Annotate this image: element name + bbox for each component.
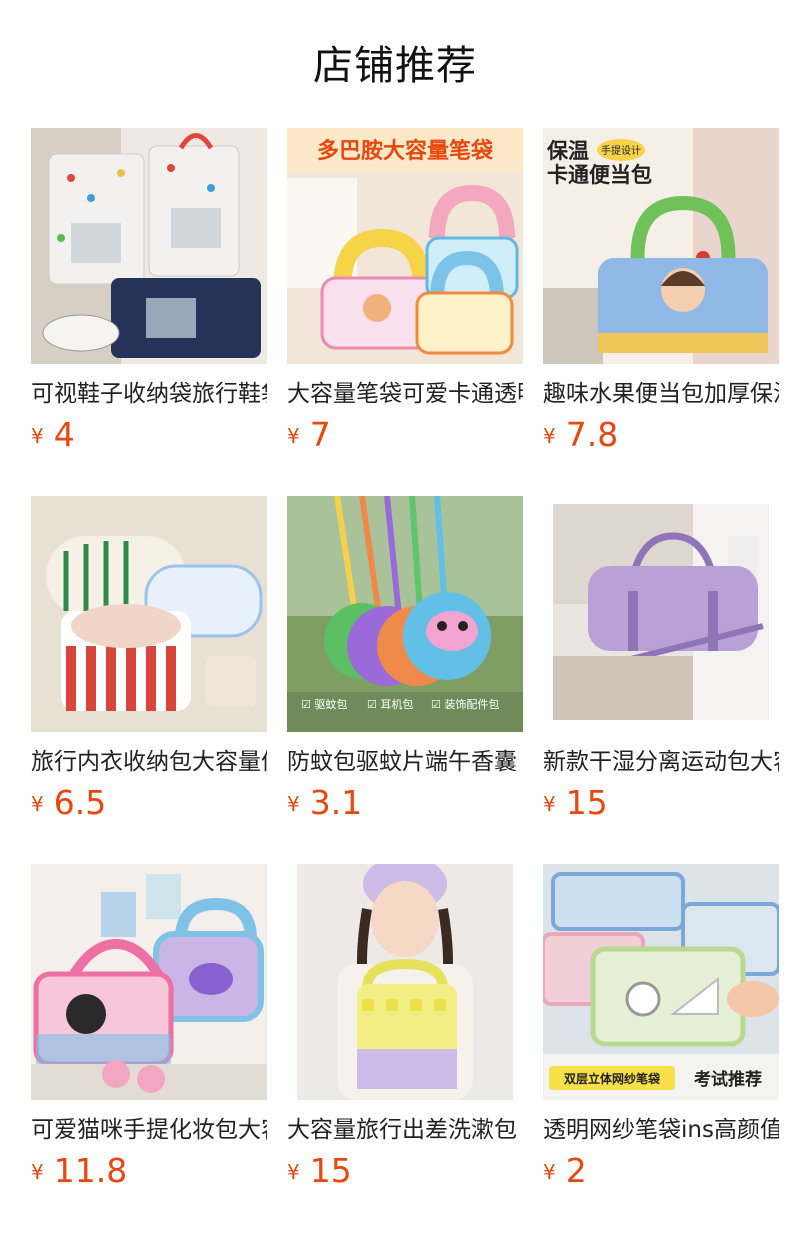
currency-symbol: ¥ <box>287 1160 300 1184</box>
price-amount: 7 <box>309 415 331 454</box>
product-card[interactable]: 保温 手提设计 卡通便当包 趣味水果便当包加厚保温 ¥7.8 <box>543 128 779 496</box>
svg-text:保温: 保温 <box>546 139 589 163</box>
svg-text:☑ 驱蚊包: ☑ 驱蚊包 <box>301 697 347 711</box>
product-name[interactable]: 大容量笔袋可爱卡通透明 <box>287 377 523 411</box>
currency-symbol: ¥ <box>287 792 300 816</box>
product-image[interactable] <box>543 496 779 732</box>
product-price: ¥11.8 <box>31 1151 267 1191</box>
product-name[interactable]: 新款干湿分离运动包大容量 <box>543 745 779 779</box>
product-card[interactable]: 旅行内衣收纳包大容量便携 ¥6.5 <box>31 496 267 864</box>
product-price: ¥2 <box>543 1151 779 1191</box>
product-image[interactable] <box>287 864 523 1100</box>
product-card[interactable]: ☑ 驱蚊包 ☑ 耳机包 ☑ 装饰配件包防蚊包驱蚊片端午香囊 ¥3.1 <box>287 496 523 864</box>
product-image[interactable] <box>31 864 267 1100</box>
price-amount: 7.8 <box>565 415 619 454</box>
product-card[interactable]: 多巴胺大容量笔袋 大容量笔袋可爱卡通透明 ¥7 <box>287 128 523 496</box>
product-grid: 可视鞋子收纳袋旅行鞋袋 ¥4 多巴胺大容量笔袋 大容量笔袋可爱卡通透明 ¥7 保温 … <box>31 128 781 1232</box>
svg-text:多巴胺大容量笔袋: 多巴胺大容量笔袋 <box>317 138 494 164</box>
product-card[interactable]: 大容量旅行出差洗漱包 ¥15 <box>287 864 523 1232</box>
product-image[interactable]: 保温 手提设计 卡通便当包 <box>543 128 779 364</box>
price-amount: 15 <box>565 783 608 822</box>
product-name[interactable]: 趣味水果便当包加厚保温 <box>543 377 779 411</box>
svg-text:☑ 耳机包: ☑ 耳机包 <box>367 697 413 711</box>
product-name[interactable]: 可视鞋子收纳袋旅行鞋袋 <box>31 377 267 411</box>
price-amount: 2 <box>565 1151 587 1190</box>
currency-symbol: ¥ <box>543 792 556 816</box>
product-price: ¥15 <box>287 1151 523 1191</box>
product-card[interactable]: 新款干湿分离运动包大容量 ¥15 <box>543 496 779 864</box>
product-price: ¥7.8 <box>543 415 779 455</box>
product-name[interactable]: 旅行内衣收纳包大容量便携 <box>31 745 267 779</box>
svg-text:手提设计: 手提设计 <box>601 144 641 157</box>
price-amount: 15 <box>309 1151 352 1190</box>
price-amount: 4 <box>53 415 75 454</box>
currency-symbol: ¥ <box>31 424 44 448</box>
price-amount: 3.1 <box>309 783 363 822</box>
product-price: ¥7 <box>287 415 523 455</box>
product-price: ¥15 <box>543 783 779 823</box>
svg-text:☑ 装饰配件包: ☑ 装饰配件包 <box>431 697 499 711</box>
price-amount: 11.8 <box>53 1151 128 1190</box>
product-card[interactable]: 可爱猫咪手提化妆包大容量 ¥11.8 <box>31 864 267 1232</box>
currency-symbol: ¥ <box>31 1160 44 1184</box>
svg-text:考试推荐: 考试推荐 <box>693 1069 762 1090</box>
product-name[interactable]: 可爱猫咪手提化妆包大容量 <box>31 1113 267 1147</box>
product-price: ¥4 <box>31 415 267 455</box>
currency-symbol: ¥ <box>31 792 44 816</box>
product-image[interactable]: 多巴胺大容量笔袋 <box>287 128 523 364</box>
svg-text:双层立体网纱笔袋: 双层立体网纱笔袋 <box>564 1071 661 1086</box>
currency-symbol: ¥ <box>543 424 556 448</box>
product-name[interactable]: 透明网纱笔袋ins高颜值 <box>543 1113 779 1147</box>
product-name[interactable]: 防蚊包驱蚊片端午香囊 <box>287 745 523 779</box>
product-card[interactable]: 可视鞋子收纳袋旅行鞋袋 ¥4 <box>31 128 267 496</box>
product-image[interactable] <box>31 128 267 364</box>
product-name[interactable]: 大容量旅行出差洗漱包 <box>287 1113 523 1147</box>
page-title: 店铺推荐 <box>313 43 477 89</box>
svg-text:卡通便当包: 卡通便当包 <box>547 163 652 187</box>
price-amount: 6.5 <box>53 783 107 822</box>
currency-symbol: ¥ <box>287 424 300 448</box>
currency-symbol: ¥ <box>543 1160 556 1184</box>
recommend-page: 店铺推荐 可视鞋子收纳袋旅行鞋袋 ¥4 多巴胺大容量笔袋 大容量笔袋可爱卡通透明… <box>0 0 790 1234</box>
product-image[interactable]: 双层立体网纱笔袋 考试推荐 <box>543 864 779 1100</box>
product-price: ¥6.5 <box>31 783 267 823</box>
product-image[interactable]: ☑ 驱蚊包 ☑ 耳机包 ☑ 装饰配件包 <box>287 496 523 732</box>
product-price: ¥3.1 <box>287 783 523 823</box>
product-card[interactable]: 双层立体网纱笔袋 考试推荐透明网纱笔袋ins高颜值 ¥2 <box>543 864 779 1232</box>
product-image[interactable] <box>31 496 267 732</box>
